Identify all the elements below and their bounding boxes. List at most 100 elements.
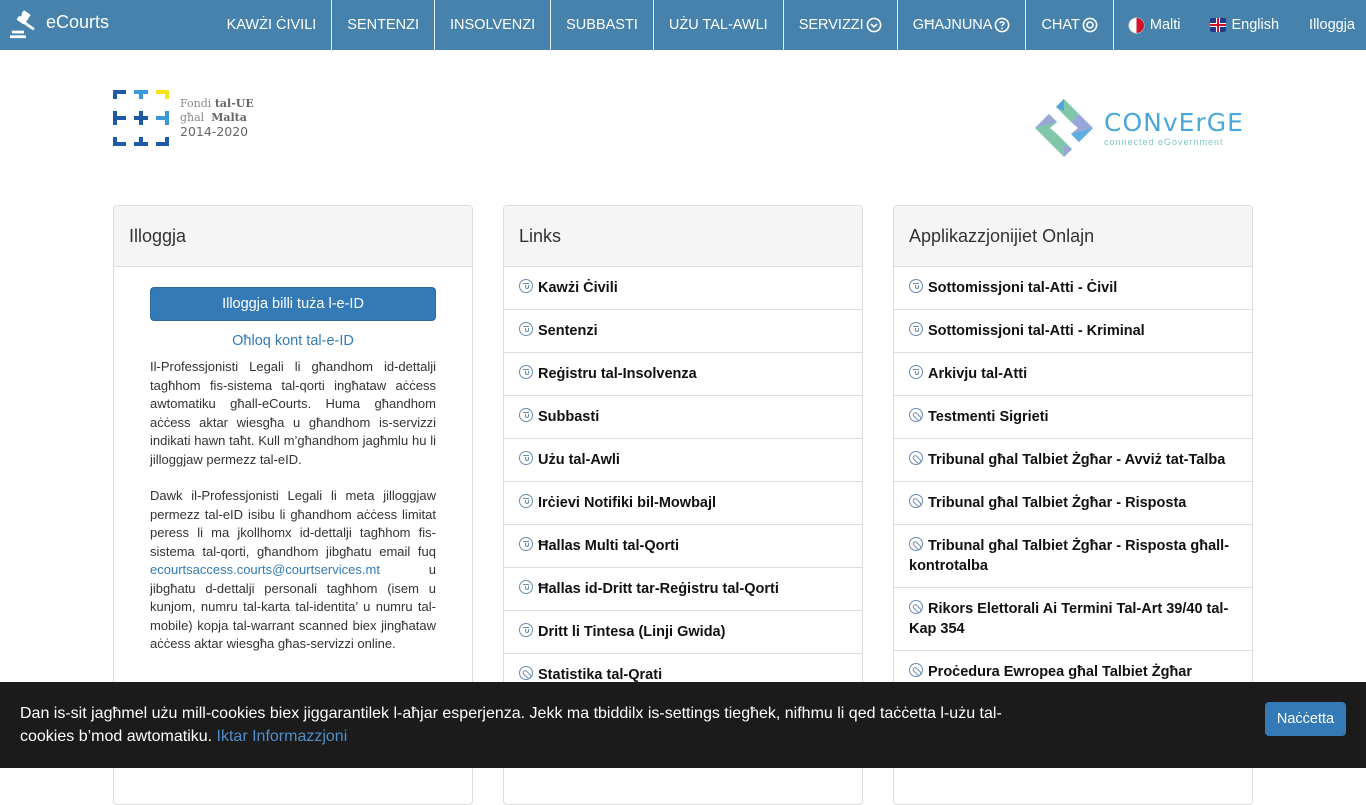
nav-label: GĦAJNUNA xyxy=(912,17,993,33)
nav-label: SENTENZI xyxy=(347,17,419,33)
link-icon xyxy=(909,408,923,422)
nav-chat[interactable]: CHAT xyxy=(1025,0,1112,50)
apps-item[interactable]: Sottomissjoni tal-Atti - Ċivil xyxy=(894,267,1252,310)
converge-title: CONvErGE xyxy=(1104,108,1244,137)
main-nav: KAWŻI ĊIVILI SENTENZI INSOLVENZI SUBBAST… xyxy=(212,0,1366,50)
nav-kawzi-civili[interactable]: KAWŻI ĊIVILI xyxy=(212,0,332,50)
apps-item[interactable]: Tribunal għal Talbiet Żgħar - Avviż tat-… xyxy=(894,439,1252,482)
nav-login[interactable]: Illoggja xyxy=(1294,0,1366,50)
filter-icon xyxy=(519,322,533,336)
filter-icon xyxy=(909,365,923,379)
nav-ghajnuna[interactable]: GĦAJNUNA xyxy=(896,0,1026,50)
cookie-consent-bar: Dan is-sit jagħmel użu mill-cookies biex… xyxy=(0,682,1366,768)
links-item-label: Irċievi Notifiki bil-Mowbajl xyxy=(538,495,717,511)
more-info-link[interactable]: Iktar Informazzjoni xyxy=(217,728,348,745)
links-list: Kawżi Ċivili Sentenzi Reġistru tal-Insolve… xyxy=(504,267,862,697)
filter-icon xyxy=(519,537,533,551)
lang-english[interactable]: English xyxy=(1195,0,1294,50)
apps-item-label: Tribunal għal Talbiet Żgħar - Avviż tat-… xyxy=(928,452,1226,468)
link-icon xyxy=(909,600,923,614)
links-item-label: Reġistru tal-Insolvenza xyxy=(538,366,697,382)
links-item[interactable]: Ħallas id-Dritt tar-Reġistru tal-Qorti xyxy=(504,568,862,611)
lang-malti[interactable]: Malti xyxy=(1112,0,1196,50)
links-item[interactable]: Użu tal-Awli xyxy=(504,439,862,482)
nav-label: UŻU TAL-AWLI xyxy=(668,17,768,33)
filter-icon xyxy=(519,494,533,508)
info-paragraph-2: Dawk il-Professjonisti Legali li meta ji… xyxy=(150,487,436,654)
link-icon xyxy=(909,663,923,677)
uk-flag-icon xyxy=(1210,18,1227,32)
apps-item-label: Rikors Elettorali Ai Termini Tal-Art 39/… xyxy=(909,601,1229,637)
apps-list: Sottomissjoni tal-Atti - Ċivil Sottomissj… xyxy=(894,267,1252,694)
nav-servizzi-dropdown[interactable]: SERVIZZI xyxy=(782,0,897,50)
para-text: Dawk il-Professjonisti Legali li meta ji… xyxy=(150,488,436,559)
eu-grid-icon xyxy=(113,90,169,146)
top-navbar: eCourts KAWŻI ĊIVILI SENTENZI INSOLVENZI… xyxy=(0,0,1366,50)
login-panel-title: Illoggja xyxy=(114,206,472,267)
apps-item[interactable]: Sottomissjoni tal-Atti - Kriminal xyxy=(894,310,1252,353)
converge-diamond-icon xyxy=(1035,99,1093,157)
link-icon xyxy=(909,451,923,465)
nav-label: KAWŻI ĊIVILI xyxy=(226,17,317,33)
apps-item-label: Arkivju tal-Atti xyxy=(928,366,1028,382)
links-item[interactable]: Irċievi Notifiki bil-Mowbajl xyxy=(504,482,862,525)
info-paragraph-1: Il-Professjonisti Legali li għandhom id-… xyxy=(150,359,436,467)
gavel-icon xyxy=(9,10,35,39)
apps-item[interactable]: Rikors Elettorali Ai Termini Tal-Art 39/… xyxy=(894,588,1252,651)
links-item[interactable]: Kawżi Ċivili xyxy=(504,267,862,310)
eu-text-part: Malta xyxy=(211,111,247,124)
eu-text-part: għal xyxy=(180,111,205,124)
create-eid-account-link[interactable]: Oħloq kont tal-e-ID xyxy=(150,333,436,349)
apps-item-label: Tribunal għal Talbiet Żgħar - Risposta xyxy=(928,495,1187,511)
eu-years: 2014-2020 xyxy=(180,124,249,139)
nav-label: INSOLVENZI xyxy=(450,17,536,33)
chat-circle-icon xyxy=(1082,17,1098,33)
nav-label: SERVIZZI xyxy=(798,17,864,33)
filter-icon xyxy=(519,623,533,637)
links-item[interactable]: Reġistru tal-Insolvenza xyxy=(504,353,862,396)
filter-icon xyxy=(519,580,533,594)
links-item-label: Ħallas Multi tal-Qorti xyxy=(538,538,679,554)
eu-text-part: tal-UE xyxy=(214,97,254,110)
link-icon xyxy=(519,666,533,680)
links-item[interactable]: Dritt li Tintesa (Linji Gwida) xyxy=(504,611,862,654)
chevron-down-circle-icon xyxy=(866,17,882,33)
eu-funds-text: Fondi tal-UE għal Malta 2014-2020 xyxy=(180,97,254,139)
online-apps-panel-title: Applikazzjonijiet Onlajn xyxy=(894,206,1252,267)
apps-item[interactable]: Tribunal għal Talbiet Żgħar - Risposta g… xyxy=(894,525,1252,588)
nav-label: Illoggja xyxy=(1309,17,1355,33)
links-item-label: Kawżi Ċivili xyxy=(538,280,618,296)
apps-item-label: Testmenti Sigrieti xyxy=(928,409,1049,425)
apps-item-label: Proċedura Ewropea għal Talbiet Żgħar xyxy=(928,664,1193,680)
apps-item[interactable]: Tribunal għal Talbiet Żgħar - Risposta xyxy=(894,482,1252,525)
apps-item[interactable]: Testmenti Sigrieti xyxy=(894,396,1252,439)
filter-icon xyxy=(519,365,533,379)
support-email-link[interactable]: ecourtsaccess.courts@courtservices.mt xyxy=(150,562,380,577)
links-item[interactable]: Ħallas Multi tal-Qorti xyxy=(504,525,862,568)
apps-item[interactable]: Arkivju tal-Atti xyxy=(894,353,1252,396)
cookie-text: Dan is-sit jagħmel użu mill-cookies biex… xyxy=(20,705,1002,745)
lang-label: Malti xyxy=(1149,17,1181,33)
apps-item-label: Sottomissjoni tal-Atti - Ċivil xyxy=(928,280,1118,296)
links-item[interactable]: Sentenzi xyxy=(504,310,862,353)
nav-uzu-tal-awli[interactable]: UŻU TAL-AWLI xyxy=(652,0,783,50)
nav-subbasti[interactable]: SUBBASTI xyxy=(550,0,653,50)
brand-link[interactable]: eCourts xyxy=(0,0,212,50)
eid-login-button[interactable]: Illoggja billi tuża l-e-ID xyxy=(150,287,436,321)
links-panel-title: Links xyxy=(504,206,862,267)
apps-item-label: Sottomissjoni tal-Atti - Kriminal xyxy=(928,323,1145,339)
link-icon xyxy=(909,494,923,508)
accept-cookies-button[interactable]: Naċċetta xyxy=(1265,702,1346,736)
question-circle-icon xyxy=(995,17,1010,33)
nav-insolvenzi[interactable]: INSOLVENZI xyxy=(434,0,550,50)
links-item-label: Ħallas id-Dritt tar-Reġistru tal-Qorti xyxy=(538,581,779,597)
links-item[interactable]: Subbasti xyxy=(504,396,862,439)
link-icon xyxy=(909,537,923,551)
eu-funds-logo: Fondi tal-UE għal Malta 2014-2020 xyxy=(113,90,254,146)
filter-icon xyxy=(909,279,923,293)
filter-icon xyxy=(519,451,533,465)
lang-label: English xyxy=(1231,17,1280,33)
nav-sentenzi[interactable]: SENTENZI xyxy=(331,0,434,50)
converge-logo: CONvErGE connected eGovernment xyxy=(1033,97,1244,159)
malta-flag-icon xyxy=(1128,17,1144,33)
